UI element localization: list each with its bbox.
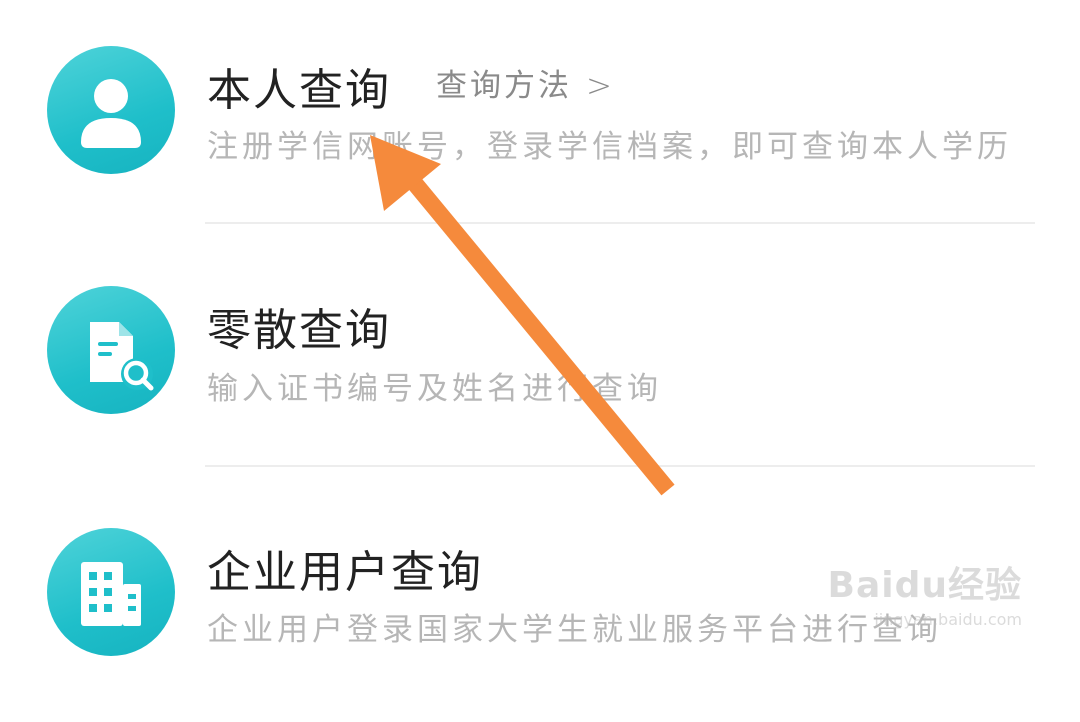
baidu-watermark: Baidu经验 jingyan.baidu.com xyxy=(828,556,1022,629)
divider xyxy=(205,465,1035,467)
document-search-icon xyxy=(47,286,175,414)
query-method-label: 查询方法 xyxy=(436,68,572,104)
watermark-brand: Baidu经验 xyxy=(827,565,1022,606)
building-icon xyxy=(47,528,175,656)
query-option-personal[interactable]: 本人查询 查询方法 > 注册学信网账号，登录学信档案，即可查询本人学历 xyxy=(0,0,1080,240)
user-icon xyxy=(47,46,175,174)
query-method-link[interactable]: 查询方法 > xyxy=(436,60,615,105)
option-title: 零散查询 xyxy=(207,305,391,356)
option-description: 注册学信网账号，登录学信档案，即可查询本人学历 xyxy=(207,129,1012,165)
chevron-right-icon: > xyxy=(586,68,615,104)
option-title: 本人查询 xyxy=(207,65,391,116)
option-description: 输入证书编号及姓名进行查询 xyxy=(207,371,662,407)
divider xyxy=(205,222,1035,224)
watermark-url: jingyan.baidu.com xyxy=(874,610,1022,629)
option-title: 企业用户查询 xyxy=(207,547,483,598)
query-option-single[interactable]: 零散查询 输入证书编号及姓名进行查询 xyxy=(0,240,1080,480)
